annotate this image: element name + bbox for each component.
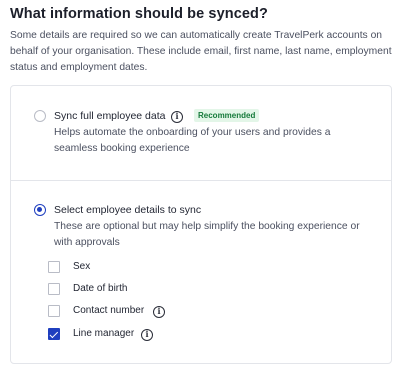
sync-full-help: Helps automate the onboarding of your us… <box>54 127 331 154</box>
line-manager-checkbox-label[interactable]: Line manager <box>73 328 134 339</box>
section-description: Some details are required so we can auto… <box>10 30 392 73</box>
recommended-badge: Recommended <box>194 109 260 122</box>
date-of-birth-checkbox[interactable] <box>48 283 60 295</box>
option-divider <box>11 180 391 181</box>
contact-number-checkbox-label[interactable]: Contact number <box>73 305 144 316</box>
date-of-birth-checkbox-label[interactable]: Date of birth <box>73 283 127 294</box>
sync-options-card: Sync full employee data i Recommended He… <box>10 85 392 364</box>
sync-select-radio[interactable] <box>34 204 46 216</box>
info-circle-icon[interactable]: i <box>171 111 183 123</box>
sync-select-help: These are optional but may help simplify… <box>54 221 360 248</box>
section-title: What information should be synced? <box>10 6 268 22</box>
info-circle-icon[interactable]: i <box>153 306 165 318</box>
contact-number-checkbox[interactable] <box>48 305 60 317</box>
line-manager-checkbox[interactable] <box>48 328 60 340</box>
sync-full-label[interactable]: Sync full employee data <box>54 110 165 122</box>
sex-checkbox-label[interactable]: Sex <box>73 261 90 272</box>
info-circle-icon[interactable]: i <box>141 329 153 341</box>
sex-checkbox[interactable] <box>48 261 60 273</box>
sync-full-radio[interactable] <box>34 110 46 122</box>
sync-select-label[interactable]: Select employee details to sync <box>54 204 201 216</box>
